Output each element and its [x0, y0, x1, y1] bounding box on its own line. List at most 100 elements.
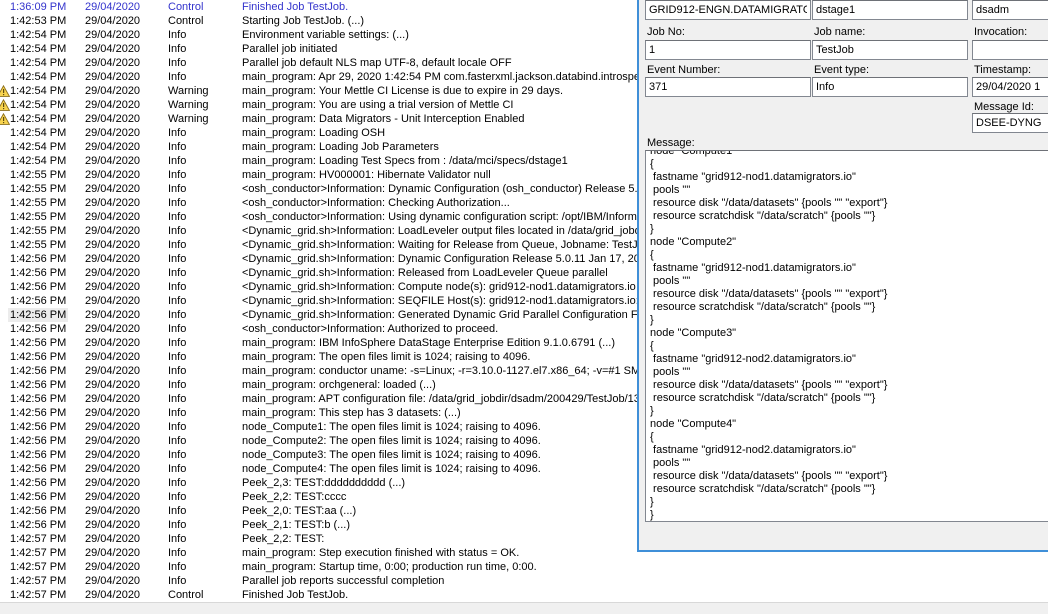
log-cell-date: 29/04/2020	[85, 0, 140, 14]
log-cell-date: 29/04/2020	[85, 28, 140, 42]
log-cell-message: Finished Job TestJob.	[242, 0, 638, 14]
log-cell-date: 29/04/2020	[85, 406, 140, 420]
log-cell-time: 1:42:54 PM	[8, 42, 68, 56]
log-cell-date: 29/04/2020	[85, 560, 140, 574]
user-field[interactable]	[972, 0, 1048, 20]
log-row[interactable]: 1:42:54 PM 29/04/2020 Info main_program:…	[0, 126, 640, 140]
log-row[interactable]: 1:42:56 PM 29/04/2020 Info Peek_2,2: TES…	[0, 490, 640, 504]
log-row[interactable]: 1:42:56 PM 29/04/2020 Info node_Compute1…	[0, 420, 640, 434]
log-row[interactable]: 1:42:56 PM 29/04/2020 Info <Dynamic_grid…	[0, 280, 640, 294]
log-row[interactable]: 1:42:56 PM 29/04/2020 Info main_program:…	[0, 350, 640, 364]
log-cell-type: Info	[168, 196, 186, 210]
log-row[interactable]: 1:42:54 PM 29/04/2020 Info main_program:…	[0, 154, 640, 168]
log-row[interactable]: 1:42:56 PM 29/04/2020 Info <Dynamic_grid…	[0, 252, 640, 266]
log-cell-type: Info	[168, 42, 186, 56]
event-number-field[interactable]	[645, 77, 811, 97]
log-cell-date: 29/04/2020	[85, 266, 140, 280]
log-cell-message: Peek_2,3: TEST:dddddddddd (...)	[242, 476, 638, 490]
log-row[interactable]: 1:42:56 PM 29/04/2020 Info <Dynamic_grid…	[0, 294, 640, 308]
log-row[interactable]: 1:42:54 PM 29/04/2020 Info Environment v…	[0, 28, 640, 42]
log-cell-message: <osh_conductor>Information: Checking Aut…	[242, 196, 638, 210]
log-cell-time: 1:42:54 PM	[8, 28, 68, 42]
log-row[interactable]: 1:42:57 PM 29/04/2020 Control Finished J…	[0, 588, 640, 602]
log-row[interactable]: 1:42:54 PM 29/04/2020 Warning main_progr…	[0, 84, 640, 98]
log-row[interactable]: 1:42:56 PM 29/04/2020 Info main_program:…	[0, 378, 640, 392]
log-row[interactable]: 1:42:54 PM 29/04/2020 Info main_program:…	[0, 140, 640, 154]
log-cell-type: Info	[168, 560, 186, 574]
log-cell-time: 1:42:56 PM	[8, 406, 68, 420]
log-cell-date: 29/04/2020	[85, 168, 140, 182]
invocation-field[interactable]	[972, 40, 1048, 60]
log-row[interactable]: 1:42:54 PM 29/04/2020 Warning main_progr…	[0, 112, 640, 126]
log-row[interactable]: 1:42:55 PM 29/04/2020 Info <osh_conducto…	[0, 182, 640, 196]
log-cell-time: 1:42:56 PM	[8, 420, 68, 434]
log-cell-time: 1:42:55 PM	[8, 196, 68, 210]
log-row[interactable]: 1:42:56 PM 29/04/2020 Info Peek_2,0: TES…	[0, 504, 640, 518]
log-row[interactable]: 1:42:54 PM 29/04/2020 Info Parallel job …	[0, 42, 640, 56]
log-cell-date: 29/04/2020	[85, 294, 140, 308]
log-row[interactable]: 1:42:57 PM 29/04/2020 Info Parallel job …	[0, 574, 640, 588]
event-detail-dialog: Job No: Job name: Invocation: Event Numb…	[637, 0, 1048, 552]
log-cell-type: Warning	[168, 84, 209, 98]
log-row[interactable]: 1:42:56 PM 29/04/2020 Info <osh_conducto…	[0, 322, 640, 336]
event-type-field[interactable]	[812, 77, 968, 97]
log-row[interactable]: 1:42:56 PM 29/04/2020 Info Peek_2,3: TES…	[0, 476, 640, 490]
log-row[interactable]: 1:42:57 PM 29/04/2020 Info main_program:…	[0, 546, 640, 560]
log-cell-message: main_program: This step has 3 datasets: …	[242, 406, 638, 420]
log-row[interactable]: 1:42:57 PM 29/04/2020 Info main_program:…	[0, 560, 640, 574]
log-row[interactable]: 1:36:09 PM 29/04/2020 Control Finished J…	[0, 0, 640, 14]
log-row[interactable]: 1:42:56 PM 29/04/2020 Info main_program:…	[0, 406, 640, 420]
log-cell-date: 29/04/2020	[85, 322, 140, 336]
log-cell-time: 1:42:57 PM	[8, 588, 68, 602]
log-cell-type: Info	[168, 462, 186, 476]
log-cell-time: 1:42:54 PM	[8, 126, 68, 140]
log-cell-date: 29/04/2020	[85, 476, 140, 490]
log-row[interactable]: 1:42:56 PM 29/04/2020 Info <Dynamic_grid…	[0, 308, 640, 322]
log-cell-time: 1:42:56 PM	[8, 364, 68, 378]
log-cell-date: 29/04/2020	[85, 574, 140, 588]
message-text: node "Compute1" { fastname "grid912-nod1…	[650, 150, 1048, 522]
log-cell-time: 1:42:56 PM	[8, 378, 68, 392]
log-cell-date: 29/04/2020	[85, 392, 140, 406]
message-textarea[interactable]: node "Compute1" { fastname "grid912-nod1…	[645, 150, 1048, 522]
log-cell-type: Info	[168, 252, 186, 266]
timestamp-field[interactable]	[972, 77, 1048, 97]
log-row[interactable]: 1:42:56 PM 29/04/2020 Info node_Compute3…	[0, 448, 640, 462]
log-row[interactable]: 1:42:56 PM 29/04/2020 Info node_Compute4…	[0, 462, 640, 476]
log-row[interactable]: 1:42:56 PM 29/04/2020 Info main_program:…	[0, 392, 640, 406]
director-log-screen: 1:36:09 PM 29/04/2020 Control Finished J…	[0, 0, 1048, 614]
log-cell-message: <Dynamic_grid.sh>Information: Dynamic Co…	[242, 252, 638, 266]
log-cell-date: 29/04/2020	[85, 588, 140, 602]
log-cell-date: 29/04/2020	[85, 448, 140, 462]
log-row[interactable]: 1:42:56 PM 29/04/2020 Info <Dynamic_grid…	[0, 266, 640, 280]
log-row[interactable]: 1:42:55 PM 29/04/2020 Info <Dynamic_grid…	[0, 238, 640, 252]
log-row[interactable]: 1:42:55 PM 29/04/2020 Info <Dynamic_grid…	[0, 224, 640, 238]
log-row[interactable]: 1:42:54 PM 29/04/2020 Info main_program:…	[0, 70, 640, 84]
log-row[interactable]: 1:42:56 PM 29/04/2020 Info main_program:…	[0, 364, 640, 378]
log-row[interactable]: 1:42:53 PM 29/04/2020 Control Starting J…	[0, 14, 640, 28]
log-cell-message: main_program: You are using a trial vers…	[242, 98, 638, 112]
log-cell-type: Control	[168, 14, 203, 28]
log-cell-date: 29/04/2020	[85, 182, 140, 196]
log-cell-type: Info	[168, 56, 186, 70]
log-row[interactable]: 1:42:56 PM 29/04/2020 Info Peek_2,1: TES…	[0, 518, 640, 532]
log-row[interactable]: 1:42:56 PM 29/04/2020 Info main_program:…	[0, 336, 640, 350]
message-id-field[interactable]	[972, 113, 1048, 133]
log-row[interactable]: 1:42:54 PM 29/04/2020 Info Parallel job …	[0, 56, 640, 70]
log-cell-time: 1:42:56 PM	[8, 294, 68, 308]
log-row[interactable]: 1:42:57 PM 29/04/2020 Info Peek_2,2: TES…	[0, 532, 640, 546]
message-label: Message:	[647, 137, 695, 149]
log-row[interactable]: 1:42:54 PM 29/04/2020 Warning main_progr…	[0, 98, 640, 112]
log-row[interactable]: 1:42:56 PM 29/04/2020 Info node_Compute2…	[0, 434, 640, 448]
log-row[interactable]: 1:42:55 PM 29/04/2020 Info <osh_conducto…	[0, 210, 640, 224]
job-no-field[interactable]	[645, 40, 811, 60]
log-row[interactable]: 1:42:55 PM 29/04/2020 Info main_program:…	[0, 168, 640, 182]
log-cell-time: 1:42:54 PM	[8, 70, 68, 84]
log-cell-type: Info	[168, 378, 186, 392]
log-row[interactable]: 1:42:55 PM 29/04/2020 Info <osh_conducto…	[0, 196, 640, 210]
server-field[interactable]	[645, 0, 811, 20]
log-cell-time: 1:42:55 PM	[8, 238, 68, 252]
project-field[interactable]	[812, 0, 968, 20]
job-name-field[interactable]	[812, 40, 968, 60]
log-cell-time: 1:42:56 PM	[8, 490, 68, 504]
